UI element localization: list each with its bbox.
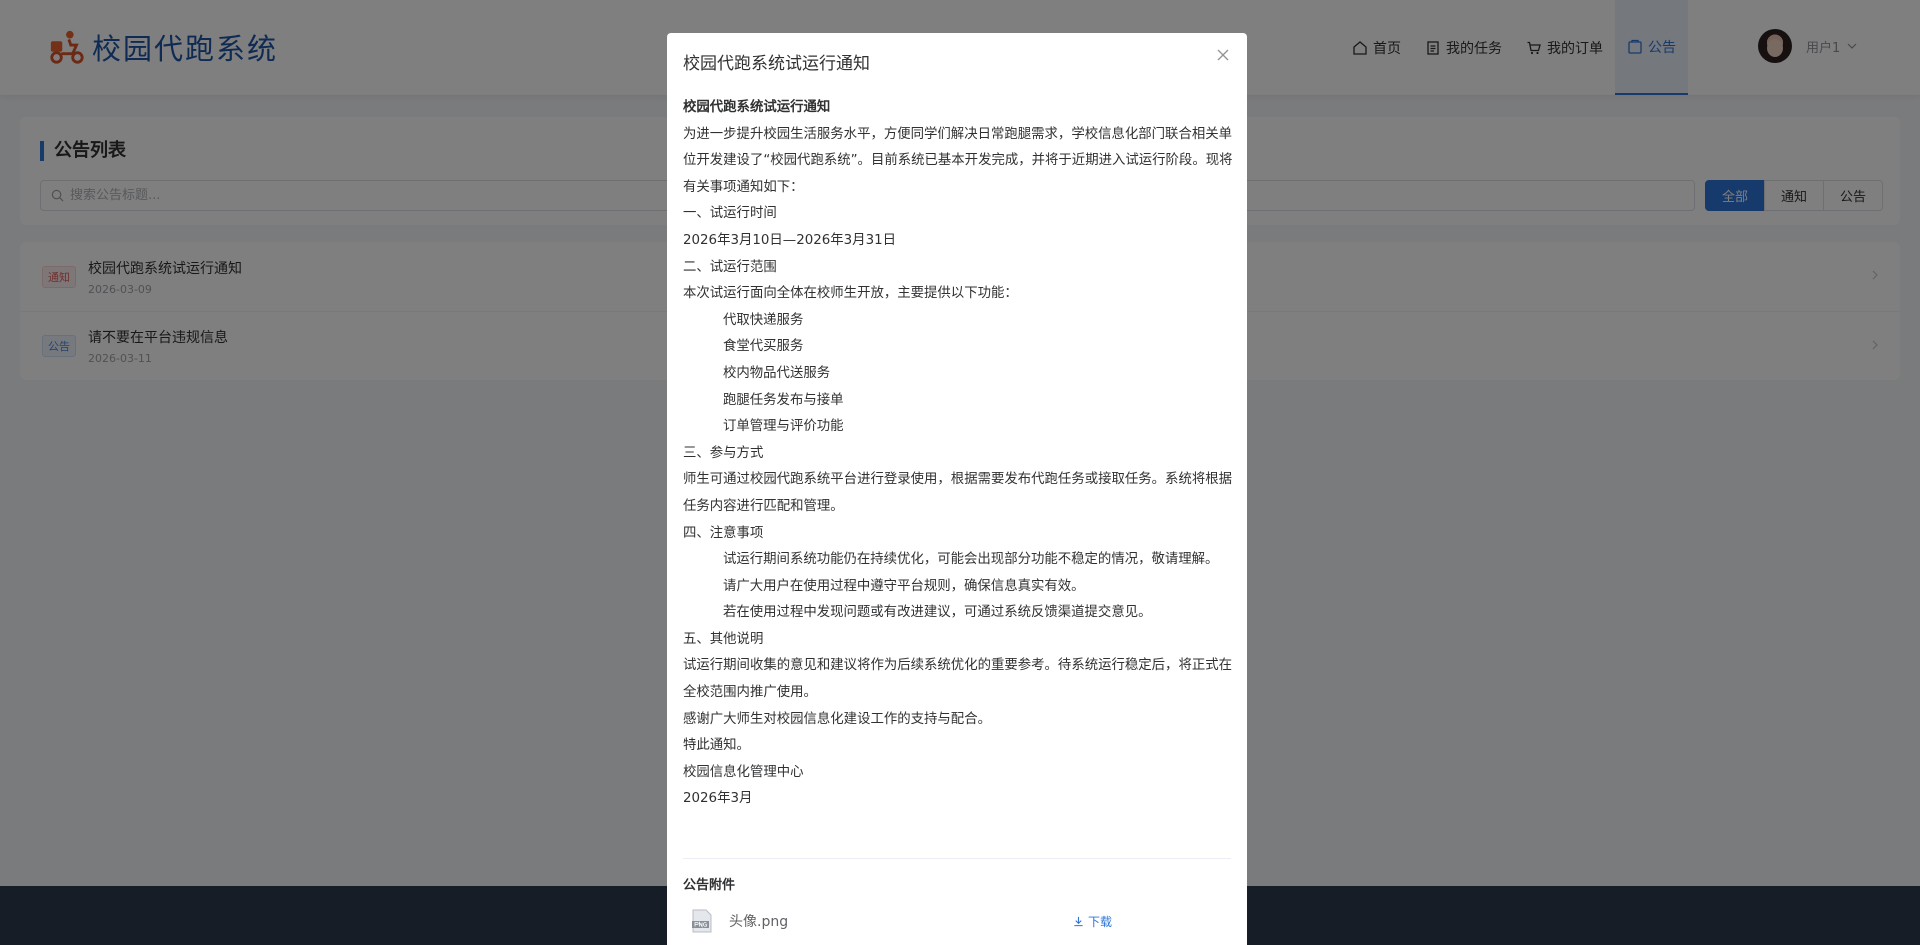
content-paragraph: 为进一步提升校园生活服务水平，方便同学们解决日常跑腿需求，学校信息化部门联合相关… — [683, 126, 1233, 195]
content-section-heading: 一、试运行时间 — [683, 206, 777, 222]
dialog-content: 校园代跑系统试运行通知 为进一步提升校园生活服务水平，方便同学们解决日常跑腿需求… — [683, 95, 1233, 813]
announcement-dialog: 校园代跑系统试运行通知 校园代跑系统试运行通知 为进一步提升校园生活服务水平，方… — [667, 33, 1247, 945]
content-section-heading: 四、注意事项 — [683, 525, 764, 541]
content-list-item: 校内物品代送服务 — [723, 365, 831, 381]
attachments-title: 公告附件 — [683, 878, 736, 893]
content-paragraph: 感谢广大师生对校园信息化建设工作的支持与配合。 — [683, 711, 991, 727]
content-section-heading: 二、试运行范围 — [683, 259, 777, 275]
download-label: 下载 — [1088, 915, 1113, 929]
content-paragraph: 特此通知。 — [683, 738, 750, 754]
content-list-item: 跑腿任务发布与接单 — [723, 392, 844, 408]
content-list-item: 食堂代买服务 — [723, 339, 804, 355]
content-section-heading: 五、其他说明 — [683, 631, 764, 647]
download-button[interactable]: 下载 — [1073, 913, 1112, 930]
image-file-icon — [692, 909, 712, 933]
content-date: 2026年3月 — [683, 791, 753, 807]
content-heading: 校园代跑系统试运行通知 — [683, 100, 831, 115]
content-paragraph: 2026年3月10日—2026年3月31日 — [683, 232, 897, 248]
content-signature: 校园信息化管理中心 — [683, 764, 804, 780]
content-paragraph: 试运行期间收集的意见和建议将作为后续系统优化的重要参考。待系统运行稳定后，将正式… — [683, 658, 1233, 701]
divider — [683, 858, 1231, 859]
content-paragraph: 师生可通过校园代跑系统平台进行登录使用，根据需要发布代跑任务或接取任务。系统将根… — [683, 472, 1233, 514]
content-list-item: 代取快递服务 — [723, 312, 804, 328]
content-list-item: 请广大用户在使用过程中遵守平台规则，确保信息真实有效。 — [723, 578, 1085, 594]
content-list-item: 若在使用过程中发现问题或有改进建议，可通过系统反馈渠道提交意见。 — [723, 605, 1152, 621]
close-icon[interactable] — [1215, 47, 1231, 63]
content-list-item: 试运行期间系统功能仍在持续优化，可能会出现部分功能不稳定的情况，敬请理解。 — [723, 552, 1219, 568]
dialog-title: 校园代跑系统试运行通知 — [683, 54, 870, 74]
attachment-name: 头像.png — [729, 914, 789, 930]
content-section-heading: 三、参与方式 — [683, 445, 764, 461]
attachment-item: 头像.png 下载 — [683, 903, 1231, 939]
content-list-item: 订单管理与评价功能 — [723, 419, 844, 435]
download-icon — [1074, 916, 1083, 927]
content-paragraph: 本次试运行面向全体在校师生开放，主要提供以下功能： — [683, 286, 1018, 302]
